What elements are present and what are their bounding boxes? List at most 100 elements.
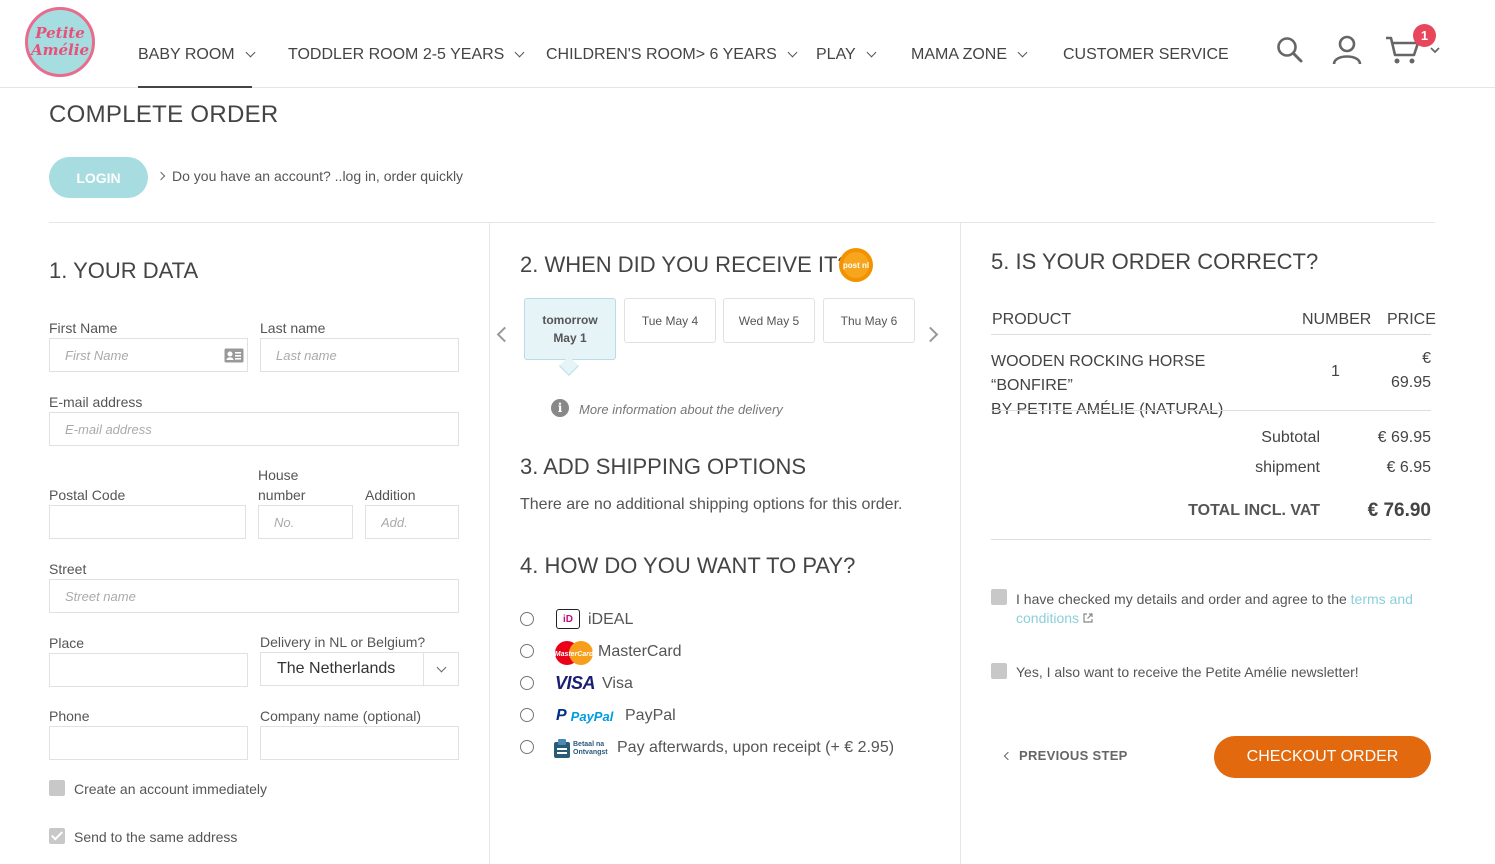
- phone-label: Phone: [49, 708, 90, 724]
- delivery-country-value: The Netherlands: [277, 660, 396, 677]
- chevron-down-icon: [423, 653, 458, 685]
- delivery-day-line1: Thu May 6: [840, 313, 898, 328]
- payment-radio-paypal[interactable]: [520, 708, 534, 722]
- delivery-country-select[interactable]: The Netherlands: [260, 652, 459, 686]
- chevron-down-icon: [245, 47, 256, 58]
- external-link-icon[interactable]: [1083, 613, 1093, 623]
- payment-label-ideal[interactable]: iDEAL: [588, 611, 633, 629]
- col-header-product: PRODUCT: [992, 311, 1072, 328]
- payment-label-mastercard[interactable]: MasterCard: [598, 643, 682, 661]
- chevron-left-icon: [1003, 751, 1013, 761]
- payment-radio-mastercard[interactable]: [520, 644, 534, 658]
- delivery-day-option[interactable]: tomorrow May 1: [524, 298, 616, 360]
- house-number-input[interactable]: [258, 505, 353, 539]
- street-input[interactable]: [49, 579, 459, 613]
- email-label: E-mail address: [49, 394, 143, 410]
- delivery-day-line1: Wed May 5: [738, 313, 800, 328]
- payment-radio-visa[interactable]: [520, 676, 534, 690]
- first-name-input[interactable]: [49, 338, 248, 372]
- login-button[interactable]: LOGIN: [49, 157, 148, 198]
- create-account-checkbox[interactable]: [49, 780, 65, 796]
- postal-code-label: Postal Code: [49, 487, 126, 503]
- logo-line2: Amélie: [31, 41, 89, 59]
- shipment-label: shipment: [1255, 459, 1320, 476]
- place-label: Place: [49, 635, 85, 651]
- postal-code-input[interactable]: [49, 505, 246, 539]
- nav-label: CUSTOMER SERVICE: [1063, 46, 1229, 63]
- payment-label-paypal[interactable]: PayPal: [625, 707, 676, 725]
- nav-label: PLAY: [816, 46, 856, 63]
- your-data-title: 1. YOUR DATA: [49, 258, 199, 283]
- delivery-day-option[interactable]: Wed May 5: [723, 298, 815, 343]
- divider: [991, 539, 1431, 540]
- paypal-logo-text: PayPal: [570, 708, 614, 724]
- col-header-number: NUMBER: [1302, 311, 1372, 328]
- nav-label: TODDLER ROOM 2-5 YEARS: [288, 46, 505, 63]
- contact-card-icon[interactable]: [224, 348, 244, 363]
- delivery-info-link[interactable]: More information about the delivery: [579, 402, 783, 417]
- order-item-name-line1: WOODEN ROCKING HORSE “BONFIRE”: [991, 353, 1206, 394]
- company-label: Company name (optional): [260, 708, 422, 724]
- chevron-right-icon: [156, 171, 166, 181]
- payment-radio-afterpay[interactable]: [520, 740, 534, 754]
- newsletter-label[interactable]: Yes, I also want to receive the Petite A…: [1016, 664, 1359, 680]
- mastercard-icon: MasterCard: [555, 641, 594, 665]
- checkout-order-button[interactable]: CHECKOUT ORDER: [1214, 736, 1431, 778]
- same-address-label[interactable]: Send to the same address: [74, 829, 237, 845]
- email-input[interactable]: [49, 412, 459, 446]
- subtotal-value: € 69.95: [1377, 429, 1431, 446]
- chevron-down-icon: [1017, 47, 1028, 58]
- site-header: Petite Amélie BABY ROOM TODDLER ROOM 2-5…: [0, 0, 1495, 88]
- terms-label: I have checked my details and order and …: [1016, 590, 1426, 628]
- nav-play[interactable]: PLAY: [816, 44, 877, 66]
- paypal-icon: P PayPal: [556, 707, 614, 724]
- nav-toddler-room[interactable]: TODDLER ROOM 2-5 YEARS: [288, 44, 525, 66]
- search-icon[interactable]: [1275, 34, 1305, 66]
- logo-line1: Petite: [35, 24, 85, 42]
- same-address-checkbox[interactable]: [49, 828, 65, 844]
- delivery-day-line1: Tue May 4: [641, 313, 699, 328]
- afterpay-icon: Betaal na Ontvangst: [553, 737, 613, 761]
- terms-text: I have checked my details and order and …: [1016, 591, 1347, 607]
- last-name-label: Last name: [260, 320, 326, 336]
- order-item-name[interactable]: WOODEN ROCKING HORSE “BONFIRE” BY PETITE…: [991, 350, 1291, 422]
- delivery-day-line1: tomorrow: [542, 313, 598, 327]
- place-input[interactable]: [49, 653, 248, 687]
- nav-customer-service[interactable]: CUSTOMER SERVICE: [1063, 44, 1229, 66]
- divider: [991, 410, 1431, 411]
- ideal-icon: iD: [556, 609, 580, 629]
- chevron-right-icon[interactable]: [922, 326, 939, 343]
- last-name-input[interactable]: [260, 338, 459, 372]
- delivery-country-label: Delivery in NL or Belgium?: [260, 634, 426, 650]
- company-input[interactable]: [260, 726, 459, 760]
- visa-logo-text: VISA: [555, 673, 596, 693]
- previous-step-link[interactable]: PREVIOUS STEP: [1003, 748, 1128, 763]
- delivery-day-option[interactable]: Thu May 6: [823, 298, 915, 343]
- payment-label-visa[interactable]: Visa: [602, 675, 633, 693]
- nav-mama-zone[interactable]: MAMA ZONE: [911, 44, 1028, 66]
- addition-input[interactable]: [365, 505, 459, 539]
- divider: [49, 222, 1435, 223]
- street-label: Street: [49, 561, 87, 577]
- terms-checkbox[interactable]: [991, 589, 1007, 605]
- nav-label: MAMA ZONE: [911, 46, 1008, 63]
- logo[interactable]: Petite Amélie: [25, 7, 95, 77]
- login-hint[interactable]: Do you have an account? ..log in, order …: [156, 168, 464, 184]
- user-icon[interactable]: [1330, 34, 1364, 66]
- info-icon[interactable]: i: [551, 399, 569, 417]
- previous-step-text: PREVIOUS STEP: [1019, 748, 1128, 763]
- nav-childrens-room[interactable]: CHILDREN'S ROOM> 6 YEARS: [546, 44, 798, 66]
- delivery-day-option[interactable]: Tue May 4: [624, 298, 716, 343]
- payment-label-afterpay[interactable]: Pay afterwards, upon receipt (+ € 2.95): [617, 739, 894, 757]
- nav-label: BABY ROOM: [138, 46, 235, 63]
- nav-baby-room[interactable]: BABY ROOM: [138, 44, 256, 66]
- payment-radio-ideal[interactable]: [520, 612, 534, 626]
- house-number-label-2: number: [258, 487, 306, 503]
- create-account-label[interactable]: Create an account immediately: [74, 781, 267, 797]
- chevron-left-icon[interactable]: [496, 326, 513, 343]
- newsletter-checkbox[interactable]: [991, 663, 1007, 679]
- phone-input[interactable]: [49, 726, 248, 760]
- login-hint-text: Do you have an account? ..log in, order …: [172, 168, 464, 184]
- first-name-label: First Name: [49, 320, 118, 336]
- page-title: COMPLETE ORDER: [49, 101, 279, 128]
